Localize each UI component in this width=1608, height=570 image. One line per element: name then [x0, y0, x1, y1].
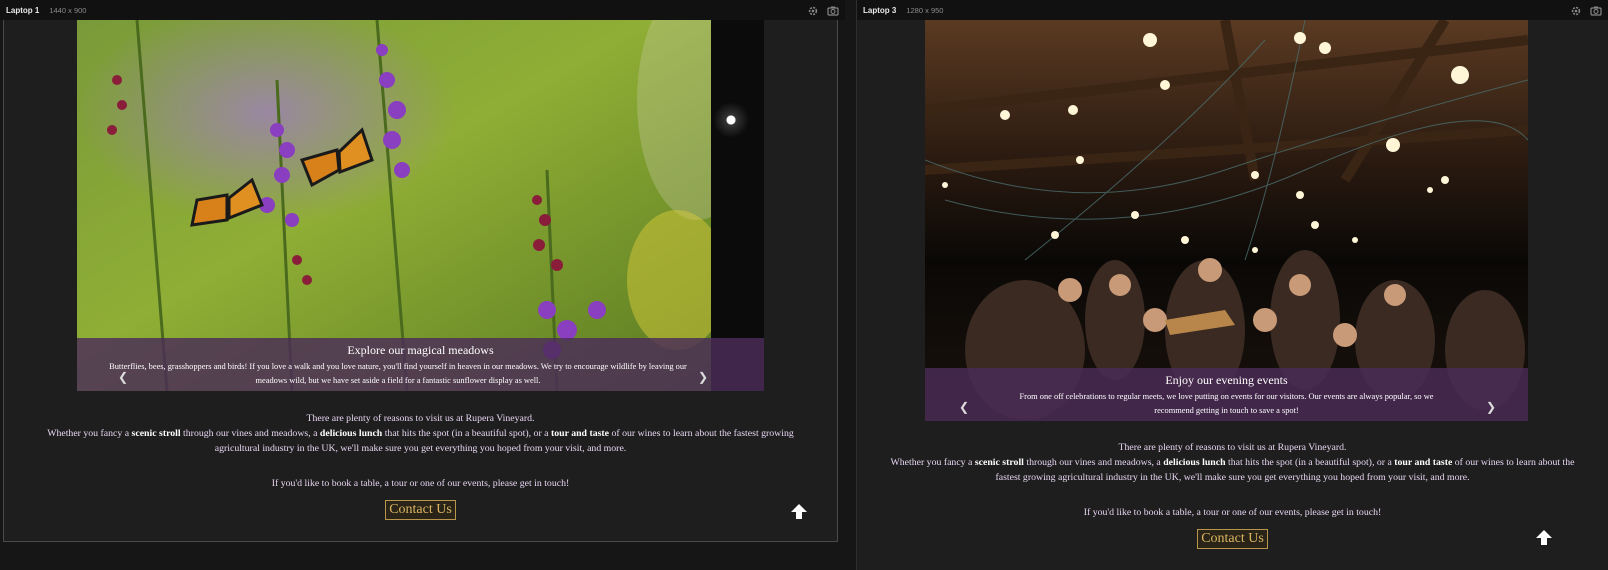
gear-icon[interactable]	[1570, 4, 1582, 16]
device-pane-laptop-3: Laptop 3 1280 x 950 Enjoy our evening ev…	[857, 0, 1608, 570]
website-viewport: Explore our magical meadows Butterflies,…	[3, 20, 838, 542]
website-viewport: Enjoy our evening events From one off ce…	[857, 20, 1608, 570]
camera-icon[interactable]	[827, 4, 839, 16]
contact-us-button[interactable]: Contact Us	[385, 500, 456, 520]
device-size: 1440 x 900	[49, 5, 87, 15]
chevron-right-icon[interactable]: ❯	[1485, 401, 1497, 413]
intro-section: There are plenty of reasons to visit us …	[4, 411, 837, 520]
gear-icon[interactable]	[807, 4, 819, 16]
slide-text: Butterflies, bees, grasshoppers and bird…	[109, 362, 687, 385]
slide-title: Enjoy our evening events	[1165, 373, 1288, 387]
arrow-up-icon[interactable]	[789, 502, 809, 522]
contact-us-button[interactable]: Contact Us	[1197, 529, 1268, 549]
next-slide-preview	[711, 20, 764, 391]
meadow-butterflies-image	[77, 20, 711, 391]
device-pane-laptop-1: Laptop 1 1440 x 900 Explore our magical …	[0, 0, 845, 570]
device-name: Laptop 3	[863, 5, 897, 15]
slide-caption: Explore our magical meadows Butterflies,…	[77, 338, 764, 391]
booking-text: If you'd like to book a table, a tour or…	[1083, 507, 1382, 518]
intro-paragraph: Whether you fancy a scenic stroll throug…	[47, 428, 794, 454]
device-toolbar: Laptop 1 1440 x 900	[0, 0, 845, 20]
device-toolbar: Laptop 3 1280 x 950	[857, 0, 1608, 20]
slide-caption: Enjoy our evening events From one off ce…	[925, 368, 1528, 421]
image-carousel: Explore our magical meadows Butterflies,…	[77, 20, 764, 391]
arrow-up-icon[interactable]	[1534, 528, 1554, 548]
lead-text: There are plenty of reasons to visit us …	[1118, 442, 1347, 453]
slide-title: Explore our magical meadows	[347, 343, 494, 357]
chevron-left-icon[interactable]: ❮	[958, 401, 970, 413]
booking-text: If you'd like to book a table, a tour or…	[271, 478, 570, 489]
device-size: 1280 x 950	[906, 5, 944, 15]
lead-text: There are plenty of reasons to visit us …	[306, 413, 535, 424]
chevron-left-icon[interactable]: ❮	[117, 371, 129, 383]
image-carousel: Enjoy our evening events From one off ce…	[925, 20, 1528, 421]
intro-paragraph: Whether you fancy a scenic stroll throug…	[890, 457, 1575, 483]
intro-section: There are plenty of reasons to visit us …	[857, 440, 1608, 549]
camera-icon[interactable]	[1590, 4, 1602, 16]
device-name: Laptop 1	[6, 5, 40, 15]
chevron-right-icon[interactable]: ❯	[697, 371, 709, 383]
slide-text: From one off celebrations to regular mee…	[1019, 392, 1434, 415]
evening-event-image	[925, 20, 1528, 421]
